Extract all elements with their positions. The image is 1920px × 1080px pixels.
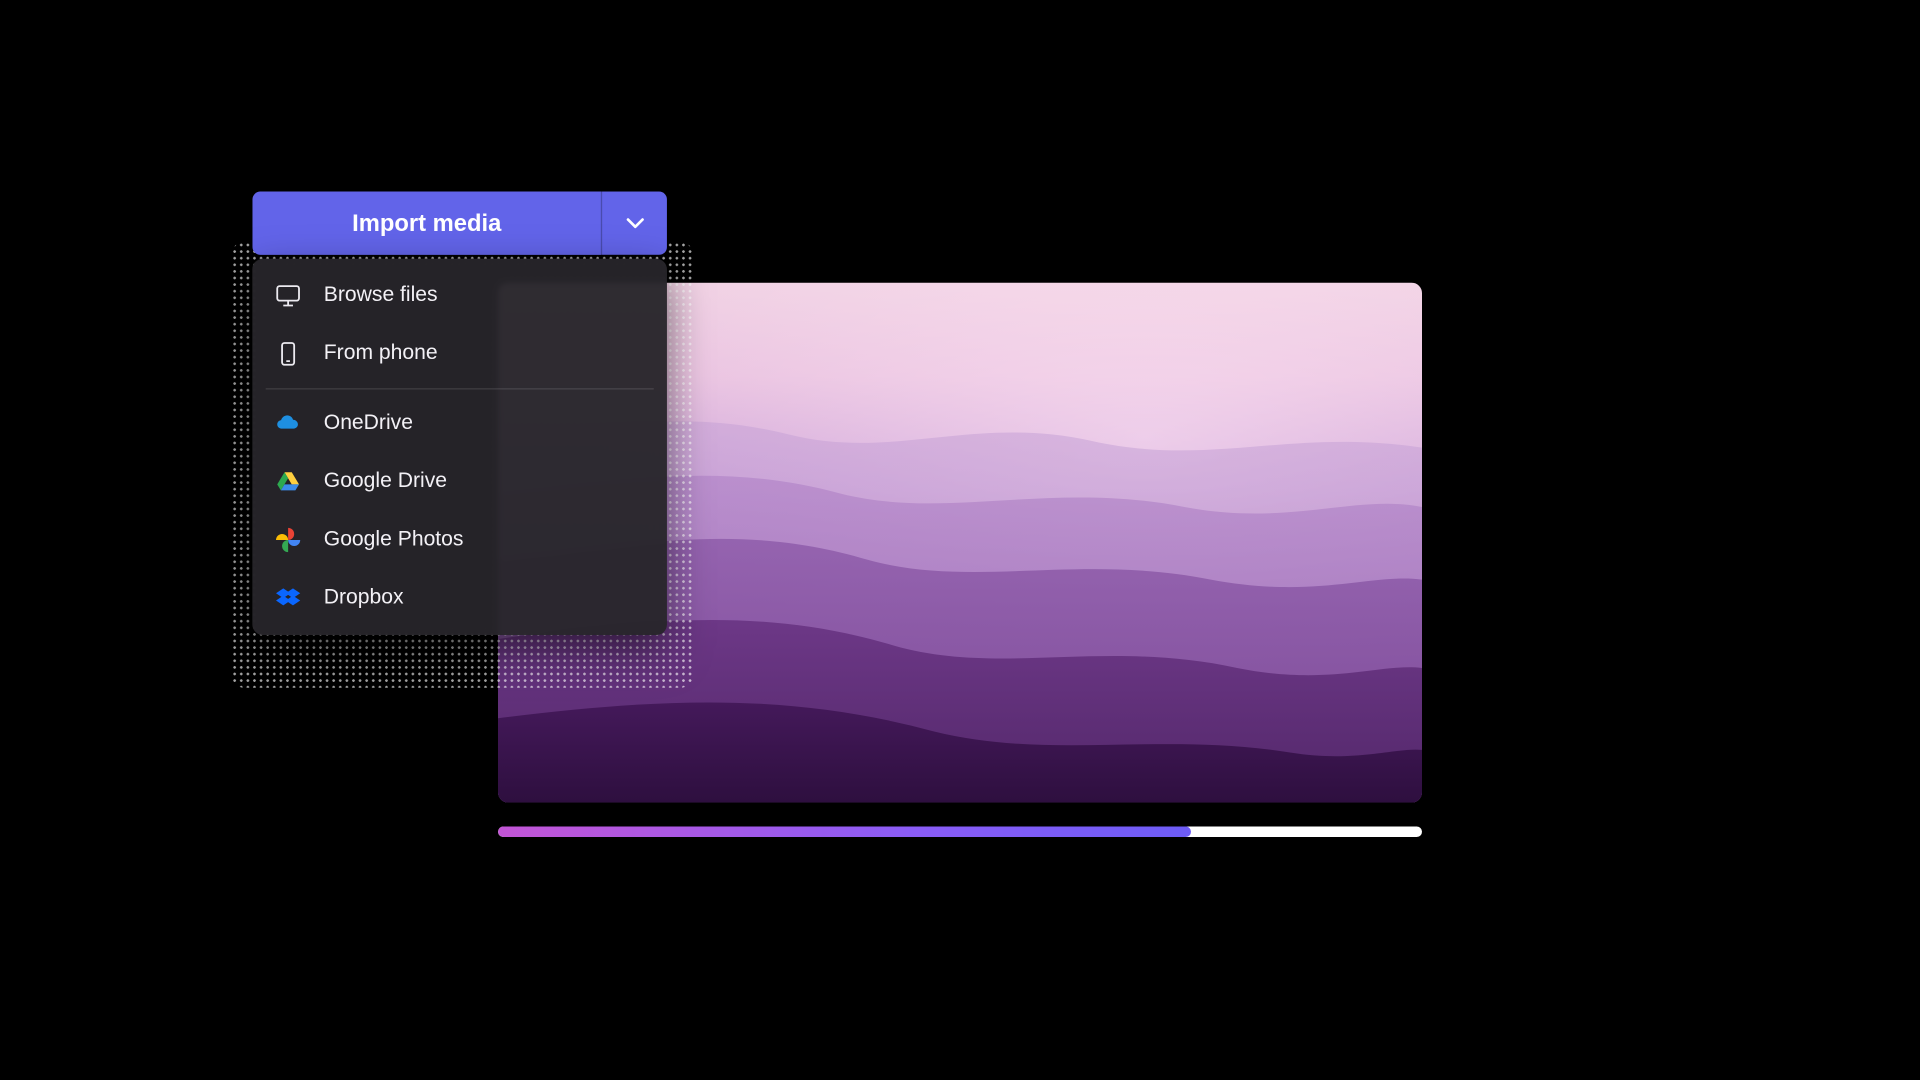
import-media-dropdown: Browse files From phone OneDrive xyxy=(252,259,666,635)
menu-item-google-photos[interactable]: Google Photos xyxy=(252,511,666,569)
menu-item-label: Google Drive xyxy=(324,470,447,494)
google-drive-icon xyxy=(274,467,303,496)
dropbox-icon xyxy=(274,584,303,613)
import-media-label: Import media xyxy=(352,209,501,237)
menu-item-browse-files[interactable]: Browse files xyxy=(252,267,666,325)
import-media-dropdown-toggle[interactable] xyxy=(601,192,667,255)
import-media-button[interactable]: Import media xyxy=(252,192,600,255)
menu-item-dropbox[interactable]: Dropbox xyxy=(252,569,666,627)
dropdown-divider xyxy=(266,388,654,389)
phone-icon xyxy=(274,339,303,368)
progress-fill xyxy=(498,826,1191,837)
menu-item-onedrive[interactable]: OneDrive xyxy=(252,395,666,453)
progress-bar[interactable] xyxy=(498,826,1422,837)
onedrive-icon xyxy=(274,409,303,438)
menu-item-label: Google Photos xyxy=(324,528,464,552)
google-photos-icon xyxy=(274,525,303,554)
menu-item-from-phone[interactable]: From phone xyxy=(252,325,666,383)
import-media-split-button: Import media xyxy=(252,192,666,255)
menu-item-label: From phone xyxy=(324,342,438,366)
menu-item-label: Dropbox xyxy=(324,586,404,610)
monitor-icon xyxy=(274,281,303,310)
menu-item-label: OneDrive xyxy=(324,412,413,436)
menu-item-label: Browse files xyxy=(324,284,438,308)
chevron-down-icon xyxy=(620,209,649,238)
menu-item-google-drive[interactable]: Google Drive xyxy=(252,453,666,511)
